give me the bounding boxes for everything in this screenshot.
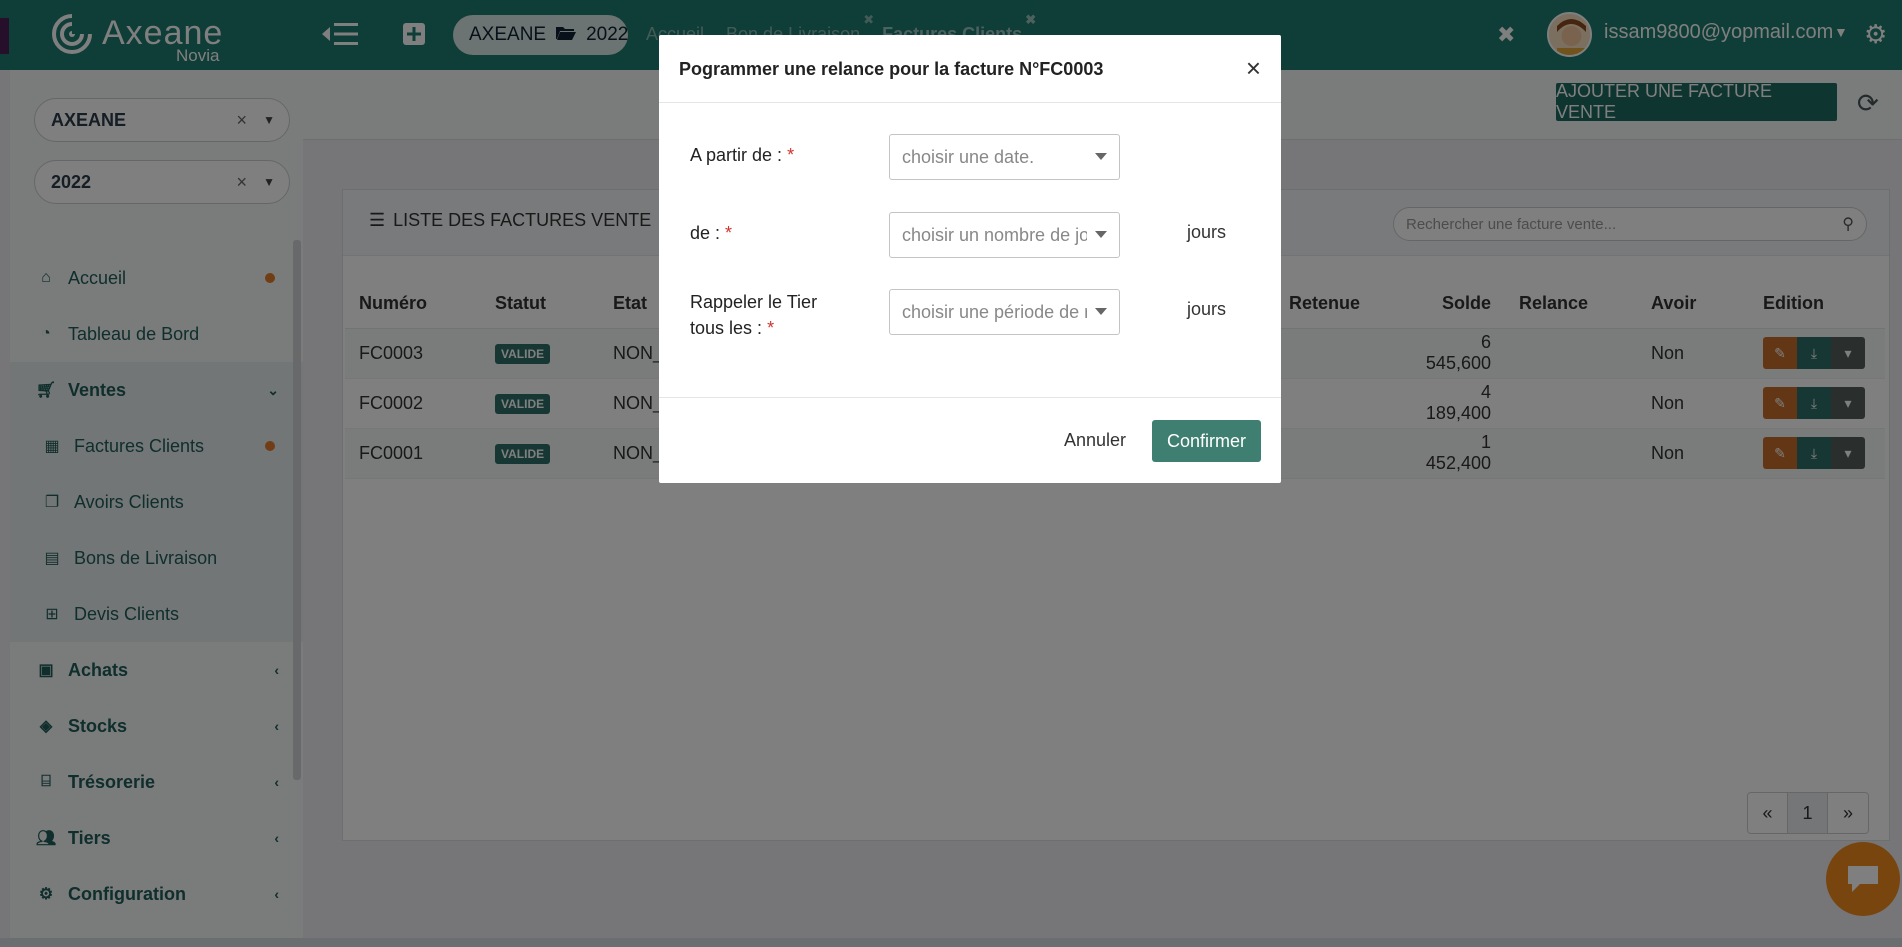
days-offset-label: de : * [690,220,732,246]
caret-down-icon [1095,308,1107,315]
repeat-period-select[interactable]: choisir une période de r [889,289,1120,335]
required-mark: * [787,145,795,165]
days-offset-placeholder: choisir un nombre de jo [902,224,1087,245]
days-unit-label: jours [1187,299,1227,319]
start-date-label: A partir de : * [690,142,794,168]
confirm-button[interactable]: Confirmer [1152,420,1261,462]
start-date-placeholder: choisir une date. [902,146,1035,167]
repeat-period-label: Rappeler le Tier tous les : * [690,289,817,341]
required-mark: * [725,223,733,243]
repeat-period-placeholder: choisir une période de r [902,301,1087,322]
label-text: tous les : [690,318,763,338]
modal-title: Pogrammer une relance pour la facture N°… [679,59,1104,79]
caret-down-icon [1095,153,1107,160]
label-text: A partir de : [690,145,783,165]
start-date-select[interactable]: choisir une date. [889,134,1120,180]
close-icon[interactable]: × [1246,55,1261,81]
caret-down-icon [1095,231,1107,238]
label-text: de : [690,223,721,243]
modal-footer: Annuler Confirmer [659,397,1281,483]
label-text: Rappeler le Tier [690,292,818,312]
days-unit-label: jours [1187,222,1227,242]
days-offset-select[interactable]: choisir un nombre de jo [889,212,1120,258]
cancel-button[interactable]: Annuler [1064,430,1126,451]
modal-header: Pogrammer une relance pour la facture N°… [659,35,1281,103]
reminder-modal: Pogrammer une relance pour la facture N°… [659,35,1281,483]
required-mark: * [767,318,775,338]
